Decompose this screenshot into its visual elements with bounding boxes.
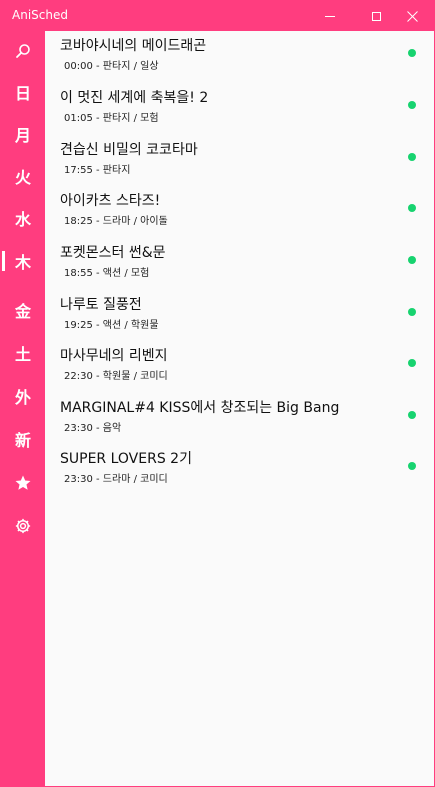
anime-title: SUPER LOVERS 2기 [60, 451, 192, 467]
gear-icon [15, 518, 31, 534]
anime-row[interactable]: SUPER LOVERS 2기 23:30 - 드라마 / 코미디 [45, 444, 434, 494]
anime-meta: 01:05 - 판타지 / 모험 [64, 109, 159, 124]
genre: 액션 / 모험 [102, 268, 150, 279]
status-dot [408, 256, 416, 264]
genre: 판타지 / 모험 [102, 113, 159, 124]
nav-day-fri[interactable]: 金 [1, 290, 45, 330]
anime-row[interactable]: MARGINAL#4 KISS에서 창조되는 Big Bang 23:30 - … [45, 393, 434, 443]
status-dot [408, 49, 416, 57]
anime-row[interactable]: 이 멋진 세계에 축복을! 2 01:05 - 판타지 / 모험 [45, 83, 434, 133]
genre: 판타지 / 일상 [102, 61, 159, 72]
star-icon [15, 475, 31, 490]
air-time: 22:30 [64, 371, 93, 382]
status-dot [408, 411, 416, 419]
anime-title: 나루토 질풍전 [60, 297, 142, 313]
anime-meta: 19:25 - 액션 / 학원물 [64, 316, 159, 331]
nav-favorites[interactable] [1, 463, 45, 503]
air-time: 23:30 [64, 474, 93, 485]
anime-title: 마사무네의 리벤지 [60, 348, 168, 364]
anime-row[interactable]: 견습신 비밀의 코코타마 17:55 - 판타지 [45, 135, 434, 185]
air-time: 17:55 [64, 165, 93, 176]
anime-meta: 17:55 - 판타지 [64, 161, 130, 176]
meta-separator: - [92, 423, 103, 434]
anime-row[interactable]: 포켓몬스터 썬&문 18:55 - 액션 / 모험 [45, 238, 434, 288]
anime-title: MARGINAL#4 KISS에서 창조되는 Big Bang [60, 400, 340, 416]
meta-separator: - [92, 371, 103, 382]
anime-title: 견습신 비밀의 코코타마 [60, 142, 198, 158]
air-time: 18:55 [64, 268, 93, 279]
nav-day-wed[interactable]: 水 [1, 198, 45, 238]
air-time: 23:30 [64, 423, 93, 434]
meta-separator: - [92, 320, 103, 331]
day-sidebar: 日 月 火 水 木 金 土 外 新 [1, 31, 45, 786]
nav-settings[interactable] [1, 506, 45, 546]
anime-meta: 23:30 - 음악 [64, 419, 121, 434]
genre: 판타지 [102, 165, 131, 176]
air-time: 01:05 [64, 113, 93, 124]
nav-day-mon[interactable]: 月 [1, 114, 45, 154]
meta-separator: - [92, 474, 103, 485]
anime-row[interactable]: 마사무네의 리벤지 22:30 - 학원물 / 코미디 [45, 341, 434, 391]
anime-meta: 18:25 - 드라마 / 아이돌 [64, 212, 168, 227]
status-dot [408, 204, 416, 212]
anime-title: 이 멋진 세계에 축복을! 2 [60, 90, 209, 106]
maximize-icon [371, 11, 381, 21]
minimize-icon [325, 15, 335, 17]
anime-meta: 23:30 - 드라마 / 코미디 [64, 470, 168, 485]
meta-separator: - [92, 61, 103, 72]
app-window: AniSched 日 月 火 水 木 金 土 外 新 코바야시네의 메이드래곤 … [0, 0, 435, 787]
anime-row[interactable]: 아이카츠 스타즈! 18:25 - 드라마 / 아이돌 [45, 186, 434, 236]
air-time: 00:00 [64, 61, 93, 72]
anime-meta: 18:55 - 액션 / 모험 [64, 264, 149, 279]
meta-separator: - [92, 113, 103, 124]
anime-title: 코바야시네의 메이드래곤 [60, 38, 207, 54]
anime-meta: 00:00 - 판타지 / 일상 [64, 57, 159, 72]
nav-other[interactable]: 外 [1, 376, 45, 416]
meta-separator: - [92, 268, 103, 279]
close-button[interactable] [389, 1, 434, 31]
anime-title: 포켓몬스터 썬&문 [60, 245, 166, 261]
air-time: 18:25 [64, 216, 93, 227]
genre: 학원물 / 코미디 [102, 371, 168, 382]
nav-search[interactable] [1, 31, 45, 71]
meta-separator: - [92, 165, 103, 176]
anime-row[interactable]: 코바야시네의 메이드래곤 00:00 - 판타지 / 일상 [45, 31, 434, 81]
genre: 드라마 / 코미디 [102, 474, 168, 485]
search-icon [16, 44, 30, 58]
air-time: 19:25 [64, 320, 93, 331]
status-dot [408, 359, 416, 367]
anime-title: 아이카츠 스타즈! [60, 193, 161, 209]
genre: 액션 / 학원물 [102, 320, 159, 331]
nav-new[interactable]: 新 [1, 419, 45, 459]
nav-day-sun[interactable]: 日 [1, 72, 45, 112]
title-bar[interactable]: AniSched [1, 1, 434, 31]
meta-separator: - [92, 216, 103, 227]
nav-day-tue[interactable]: 火 [1, 156, 45, 196]
status-dot [408, 101, 416, 109]
anime-meta: 22:30 - 학원물 / 코미디 [64, 367, 168, 382]
minimize-button[interactable] [307, 1, 353, 31]
status-dot [408, 153, 416, 161]
anime-row[interactable]: 나루토 질풍전 19:25 - 액션 / 학원물 [45, 290, 434, 340]
close-icon [406, 10, 418, 22]
app-title: AniSched [12, 8, 68, 22]
schedule-list: 코바야시네의 메이드래곤 00:00 - 판타지 / 일상 이 멋진 세계에 축… [45, 31, 434, 786]
genre: 음악 [102, 423, 122, 434]
status-dot [408, 462, 416, 470]
nav-day-thu[interactable]: 木 [1, 241, 45, 281]
genre: 드라마 / 아이돌 [102, 216, 168, 227]
status-dot [408, 308, 416, 316]
nav-day-sat[interactable]: 土 [1, 333, 45, 373]
